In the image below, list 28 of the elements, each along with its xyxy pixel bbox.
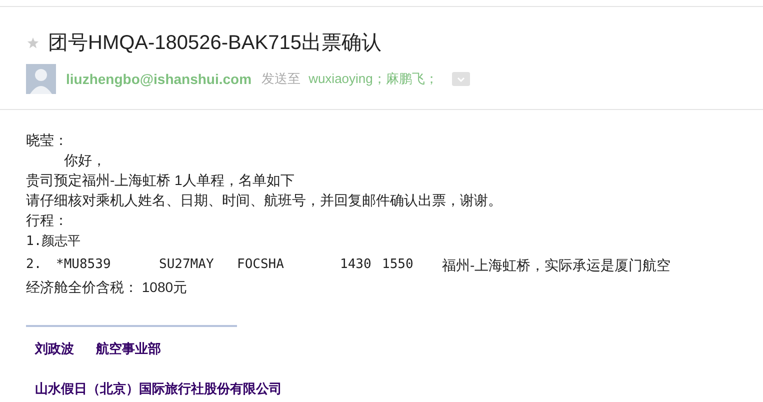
- signature-department: 航空事业部: [96, 340, 161, 358]
- signature-company: 山水假日（北京）国际旅行社股份有限公司: [35, 380, 283, 398]
- signature-name: 刘政波: [35, 340, 74, 358]
- itinerary-field: 1430: [340, 255, 382, 275]
- separator: ；: [424, 70, 438, 88]
- star-icon[interactable]: [27, 37, 39, 49]
- body-text: 贵司预定福州-上海虹桥 1人单程，名单如下: [26, 171, 296, 190]
- itinerary-field: 福州-上海虹桥，实际承运是厦门航空: [442, 255, 671, 275]
- recipient-link[interactable]: 麻鹏飞: [386, 69, 425, 89]
- body-text: 行程：: [26, 211, 69, 230]
- expand-button[interactable]: [452, 72, 470, 86]
- chevron-down-icon: [456, 76, 465, 82]
- email-subject: 团号HMQA-180526-BAK715出票确认: [48, 31, 382, 56]
- price-text: 经济舱全价含税： 1080元: [26, 278, 188, 297]
- itinerary-field: SU27MAY: [159, 255, 237, 275]
- sent-to-label: 发送至: [262, 70, 301, 88]
- itinerary-field: FOCSHA: [237, 255, 340, 275]
- passenger-text: 1.颜志平: [26, 233, 82, 251]
- salutation-text: 你好，: [63, 151, 107, 170]
- itinerary-field: 2.: [26, 255, 56, 275]
- itinerary-field: 1550: [382, 255, 442, 275]
- separator: ；: [372, 70, 386, 88]
- avatar-icon: [26, 64, 56, 94]
- greeting-text: 晓莹：: [26, 131, 69, 150]
- itinerary-field: *MU8539: [56, 255, 159, 275]
- sender-address[interactable]: liuzhengbo@ishanshui.com: [66, 68, 252, 90]
- body-text: 请仔细核对乘机人姓名、日期、时间、航班号，并回复邮件确认出票，谢谢。: [26, 191, 503, 210]
- recipient-link[interactable]: wuxiaoying: [308, 69, 373, 89]
